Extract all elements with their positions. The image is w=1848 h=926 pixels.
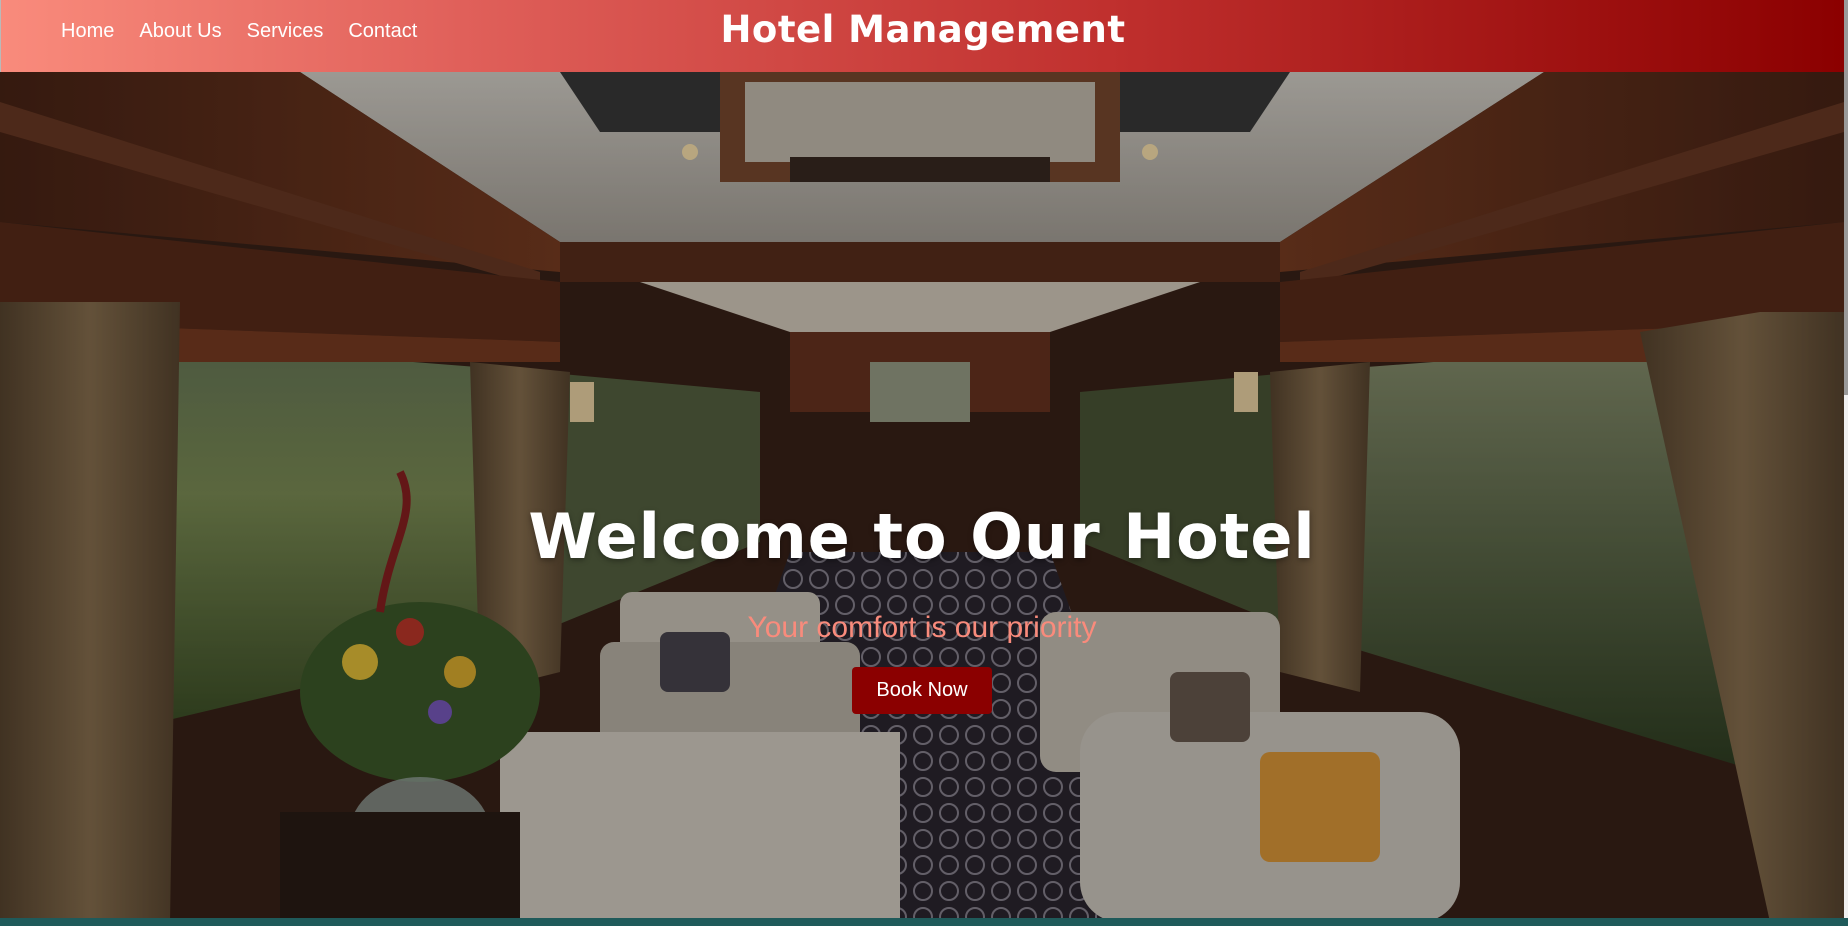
vertical-scrollbar[interactable] (1844, 0, 1848, 918)
site-header: Home About Us Services Contact Hotel Man… (0, 0, 1844, 72)
site-title: Hotel Management (720, 8, 1126, 51)
hero-heading: Welcome to Our Hotel (528, 500, 1316, 573)
book-now-button[interactable]: Book Now (852, 667, 992, 714)
hero-tagline: Your comfort is our priority (747, 611, 1097, 644)
page: Home About Us Services Contact Hotel Man… (0, 0, 1848, 926)
bottom-edge-strip (0, 918, 1848, 926)
hero-section: Welcome to Our Hotel Your comfort is our… (0, 72, 1844, 918)
hero-dark-overlay (0, 72, 1844, 918)
hero-content: Welcome to Our Hotel Your comfort is our… (0, 500, 1844, 714)
scrollbar-thumb[interactable] (1844, 0, 1848, 395)
